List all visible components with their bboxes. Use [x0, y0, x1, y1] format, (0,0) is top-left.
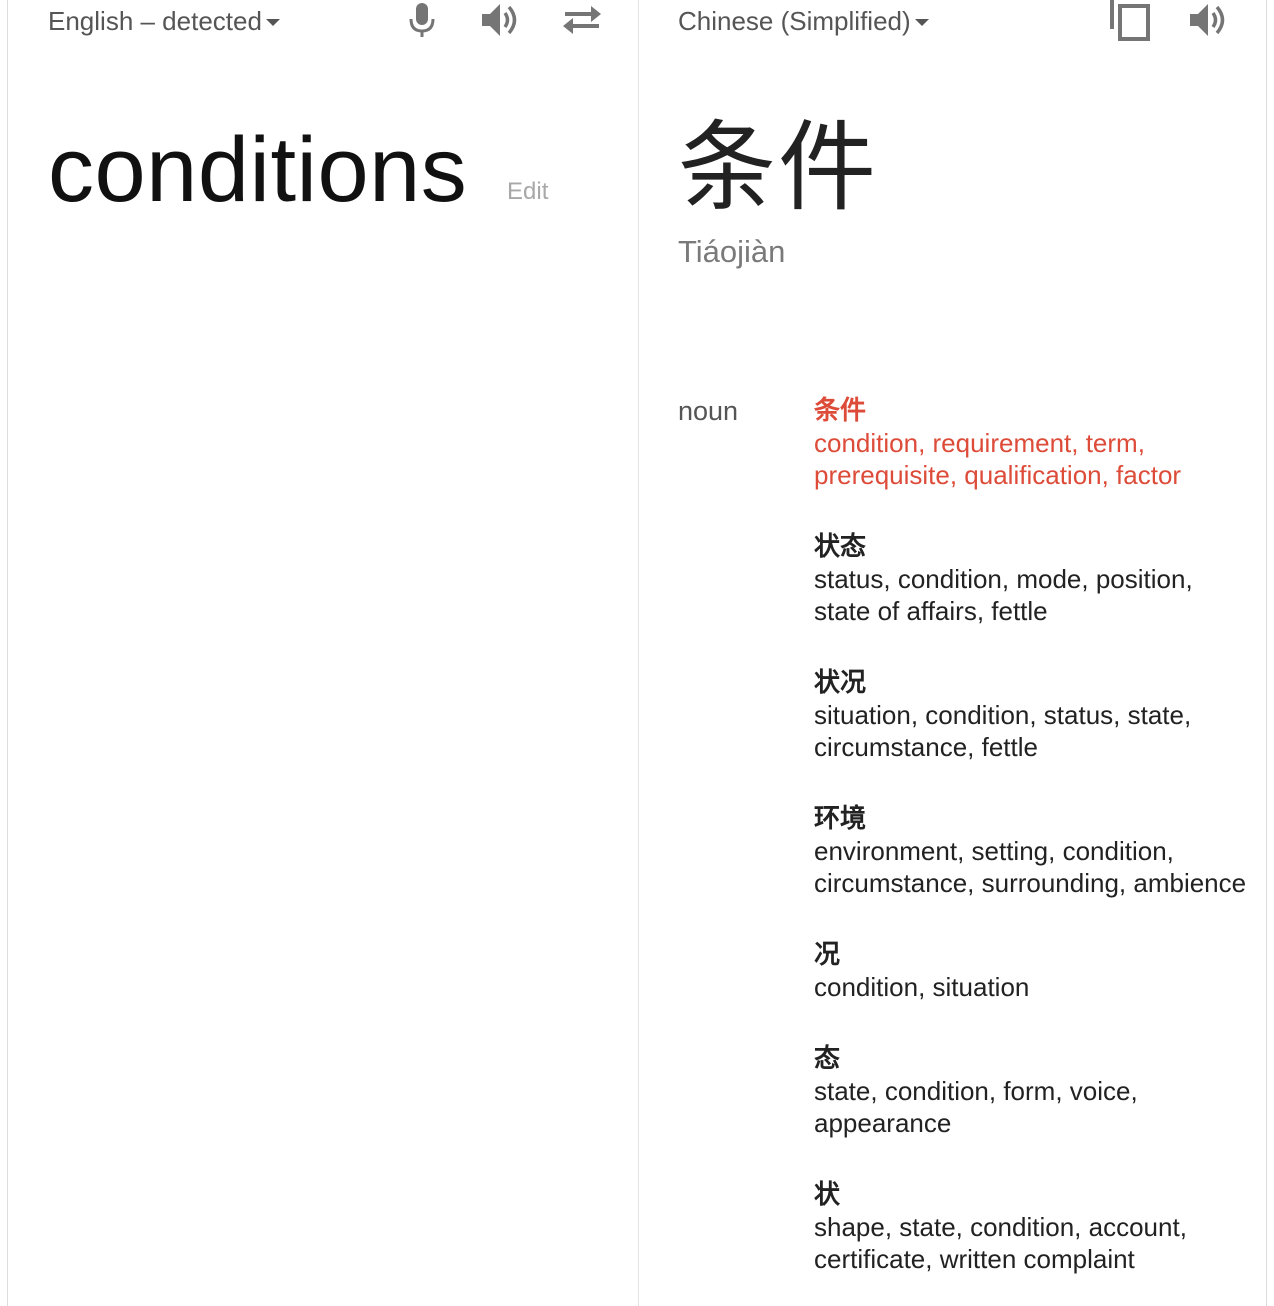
dictionary-entry[interactable]: 条件 condition, requirement, term, prerequ…: [814, 395, 1254, 491]
dictionary-translations: condition, requirement, term, prerequisi…: [814, 428, 1182, 490]
speaker-icon: [482, 4, 517, 36]
dictionary-entry[interactable]: 态 state, condition, form, voice, appeara…: [814, 1043, 1254, 1139]
target-language-dropdown[interactable]: Chinese (Simplified): [678, 4, 929, 38]
dictionary-translations: status, condition, mode, position, state…: [814, 564, 1193, 626]
speaker-icon: [1190, 4, 1225, 36]
dictionary-entry[interactable]: 环境 environment, setting, condition, circ…: [814, 803, 1254, 899]
dictionary-translations: shape, state, condition, account, certif…: [814, 1212, 1187, 1274]
swap-languages-button[interactable]: [560, 0, 604, 40]
microphone-icon: [409, 3, 435, 37]
swap-languages-icon: [563, 6, 601, 34]
panel-border-left: [7, 0, 8, 1306]
dictionary-entry[interactable]: 况 condition, situation: [814, 939, 1254, 1003]
dictionary-term: 环境: [814, 804, 867, 834]
dictionary-entry[interactable]: 状况 situation, condition, status, state, …: [814, 667, 1254, 763]
translation-text: 条件: [678, 111, 879, 225]
caret-down-icon: [914, 18, 929, 26]
target-listen-button[interactable]: [1188, 0, 1232, 40]
dictionary-term: 条件: [814, 396, 867, 426]
panel-divider: [638, 0, 639, 1306]
dictionary-term: 状况: [814, 668, 867, 698]
source-text[interactable]: conditions: [48, 115, 467, 225]
dictionary-translations: environment, setting, condition, circums…: [814, 836, 1247, 898]
microphone-button[interactable]: [400, 0, 444, 40]
dictionary-term: 状态: [814, 532, 867, 562]
caret-down-icon: [265, 18, 280, 26]
copy-translation-button[interactable]: [1108, 0, 1152, 41]
part-of-speech-label: noun: [678, 396, 739, 426]
romanization-text: Tiáojiàn: [678, 234, 786, 269]
dictionary-translations: state, condition, form, voice, appearanc…: [814, 1076, 1138, 1138]
target-language-label: Chinese (Simplified): [678, 5, 911, 36]
dictionary-translations: condition, situation: [814, 972, 1030, 1002]
source-language-dropdown[interactable]: English – detected: [48, 4, 280, 38]
dictionary-list: 条件 condition, requirement, term, prerequ…: [814, 395, 1254, 1306]
translate-panel: English – detected Chinese (Simplified): [0, 0, 1274, 1306]
edit-link[interactable]: Edit: [507, 178, 548, 206]
dictionary-translations: situation, condition, status, state, cir…: [814, 700, 1192, 762]
dictionary-term: 况: [814, 940, 841, 970]
dictionary-term: 态: [814, 1044, 841, 1074]
dictionary-term: 状: [814, 1180, 841, 1210]
source-listen-button[interactable]: [480, 0, 524, 40]
copy-icon: [1110, 0, 1150, 41]
dictionary-entry[interactable]: 状 shape, state, condition, account, cert…: [814, 1179, 1254, 1275]
panel-border-right: [1266, 0, 1267, 1306]
dictionary-entry[interactable]: 状态 status, condition, mode, position, st…: [814, 531, 1254, 627]
source-language-label: English – detected: [48, 5, 262, 36]
